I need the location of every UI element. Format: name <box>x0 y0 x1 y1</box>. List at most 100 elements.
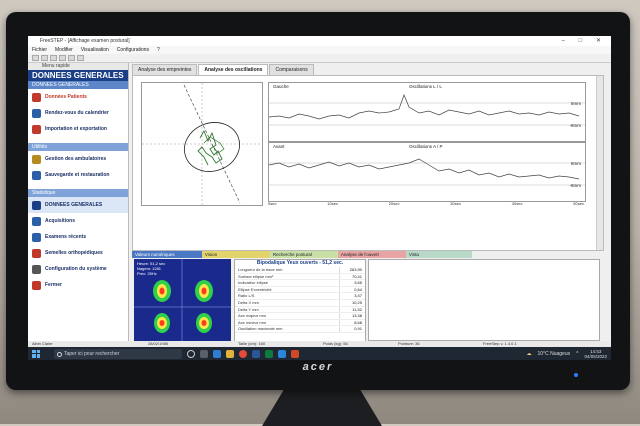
time-tick: 20sec <box>388 201 400 206</box>
powerpoint-icon[interactable] <box>291 349 299 358</box>
stats-row: Surface ellipse mm² 70,41 <box>235 273 365 281</box>
ambulatory-icon <box>32 154 41 164</box>
system-tray: ☁ 10°C Nuageux ^ 14:53 04/05/2022 <box>527 347 607 360</box>
stats-value: 10,25 <box>339 299 365 306</box>
toolbar-button[interactable] <box>59 55 66 61</box>
stats-row: Ratio L/S 3,47 <box>235 293 365 300</box>
sidebar-item-import-export[interactable]: Importation et exportation <box>28 121 128 137</box>
menu-visualisation[interactable]: Visualisation <box>81 46 109 54</box>
mail-icon[interactable] <box>278 349 286 358</box>
vertical-scrollbar[interactable] <box>596 76 603 250</box>
sidebar-item-acquisitions[interactable]: Acquisitions <box>28 213 128 229</box>
stats-label: Axe mineur mm <box>238 319 267 325</box>
tab-recherche-postural[interactable]: Recherche postural <box>269 251 338 258</box>
menu-help[interactable]: ? <box>157 46 160 54</box>
time-tick: 40sec <box>511 201 523 206</box>
clock[interactable]: 14:53 04/05/2022 <box>584 349 607 359</box>
sidebar-item-label: Importation et exportation <box>45 126 107 132</box>
chrome-icon[interactable] <box>239 349 247 358</box>
general-data-icon <box>32 200 41 210</box>
menu-configurations[interactable]: Configurations <box>117 46 149 54</box>
sidebar-item-label: Données Patients <box>45 94 87 100</box>
menu-bar: Fichier Modifier Visualisation Configura… <box>28 46 611 54</box>
stats-label: Delta Y mm <box>238 306 259 312</box>
graph-ap-trace <box>268 158 585 186</box>
tab-oscillations[interactable]: Analyse des oscillations <box>198 64 269 75</box>
tab-empreintes[interactable]: Analyse des empreintes <box>132 64 198 75</box>
excel-icon[interactable] <box>265 349 273 358</box>
sidebar-item-calendrier[interactable]: Rendez-vous du calendrier <box>28 105 128 121</box>
sidebar-item-label: Examens récents <box>45 234 87 240</box>
sidebar-item-semelles[interactable]: Semelles orthopédiques <box>28 245 128 261</box>
system-config-icon <box>32 264 41 274</box>
stabilogram-plot <box>142 83 262 205</box>
stats-label: Surface ellipse mm² <box>238 273 274 279</box>
clock-date: 04/05/2022 <box>584 353 607 359</box>
file-explorer-icon[interactable] <box>226 349 234 358</box>
sidebar-item-examens-recents[interactable]: Examens récents <box>28 229 128 245</box>
sidebar-item-ambulatoires[interactable]: Gestion des ambulatoires <box>28 151 128 167</box>
stabilogram <box>141 82 263 206</box>
task-view-icon[interactable] <box>187 349 195 358</box>
monitor-brand-logo: acer <box>302 361 334 373</box>
graph-lateral-upper-bound: 8mm <box>571 101 581 106</box>
tray-chevron-icon[interactable]: ^ <box>576 351 578 357</box>
acquisition-icon <box>32 216 41 226</box>
tab-vista[interactable]: Vista <box>405 251 472 258</box>
time-tick: 0sec <box>268 201 277 206</box>
sidebar-item-sauvegarde[interactable]: Sauvegarde et restauration <box>28 167 128 183</box>
graph-lateral-side-label: Gauche <box>273 84 289 89</box>
stats-row: Oscillation maximale mm 0,91 <box>235 326 365 333</box>
graph-ap-side-label: Avant <box>273 144 285 149</box>
tab-vision[interactable]: Vision <box>201 251 270 258</box>
edge-icon[interactable] <box>213 349 221 358</box>
menu-modifier[interactable]: Modifier <box>55 46 73 54</box>
window-controls[interactable]: – □ ✕ <box>562 36 607 46</box>
weather-icon: ☁ <box>526 350 532 357</box>
sidebar-item-label: Gestion des ambulatoires <box>45 156 107 162</box>
main-tabs: Analyse des empreintes Analyse des oscil… <box>130 63 611 75</box>
graph-ap-upper-bound: 8mm <box>571 161 581 166</box>
time-tick: 10sec <box>327 201 338 206</box>
secondary-panel <box>368 259 600 341</box>
oscillation-panel: Gauche Oscillations L / L 8mm -8mm Avant… <box>132 75 604 251</box>
weather-text[interactable]: 10°C Nuageux <box>538 351 571 357</box>
sidebar-item-label: Rendez-vous du calendrier <box>45 110 109 116</box>
stats-label: Axe majeur mm <box>238 313 267 319</box>
acquisition-frequency: Prec: 25Hz <box>137 271 157 276</box>
sidebar-item-donnees-patients[interactable]: Données Patients <box>28 89 128 105</box>
word-icon[interactable] <box>252 349 260 358</box>
stats-label: Ellipse Excentricité <box>238 286 272 292</box>
taskbar-search-input[interactable]: Taper ici pour rechercher <box>54 348 182 359</box>
toolbar-button[interactable] <box>32 55 39 61</box>
tab-comparaisons[interactable]: Comparaisons <box>269 64 314 75</box>
toolbar-button[interactable] <box>50 55 57 61</box>
toolbar-button[interactable] <box>77 55 84 61</box>
toolbar-button[interactable] <box>41 55 48 61</box>
stats-row: Longueur de la trace mm 263,90 <box>235 267 365 274</box>
stats-row: Axe mineur mm 8,68 <box>235 319 365 327</box>
windows-start-icon[interactable] <box>32 349 40 358</box>
graph-anteroposterior: Avant Oscillations A / P 8mm -8mm <box>268 142 586 202</box>
stats-label: Ratio L/S <box>238 293 255 299</box>
stats-value: 0,64 <box>339 286 365 293</box>
sidebar-section-title: DONNEES GENERALES <box>28 70 128 81</box>
tab-analyse-ouvert[interactable]: Analyse de l'ouvert <box>337 251 406 258</box>
calendar-icon <box>32 108 41 118</box>
sidebar: Menu rapide DONNEES GENERALES DONNEES GE… <box>28 63 129 341</box>
stats-label: Oscillation maximale mm <box>238 326 283 332</box>
sidebar-item-donnees-generales[interactable]: DONNEES GENERALES <box>28 197 128 213</box>
sidebar-item-configuration[interactable]: Configuration du système <box>28 261 128 277</box>
widgets-icon[interactable] <box>200 349 208 358</box>
acquisition-info: Heure: 51,2 sec Nagem: 1281 Prec: 25Hz <box>137 261 165 276</box>
menu-fichier[interactable]: Fichier <box>32 46 47 54</box>
stats-label: Delta X mm <box>238 299 259 305</box>
sidebar-item-fermer[interactable]: Fermer <box>28 277 128 293</box>
toolbar-button[interactable] <box>68 55 75 61</box>
patient-icon <box>32 92 41 102</box>
time-axis: 0sec 10sec 20sec 30sec 40sec 50sec <box>268 201 584 207</box>
backup-icon <box>32 170 41 180</box>
stats-value: 11,52 <box>339 306 365 313</box>
sidebar-item-label: Sauvegarde et restauration <box>45 172 110 178</box>
tab-valeurs-numeriques[interactable]: Valeurs numériques <box>132 251 202 258</box>
